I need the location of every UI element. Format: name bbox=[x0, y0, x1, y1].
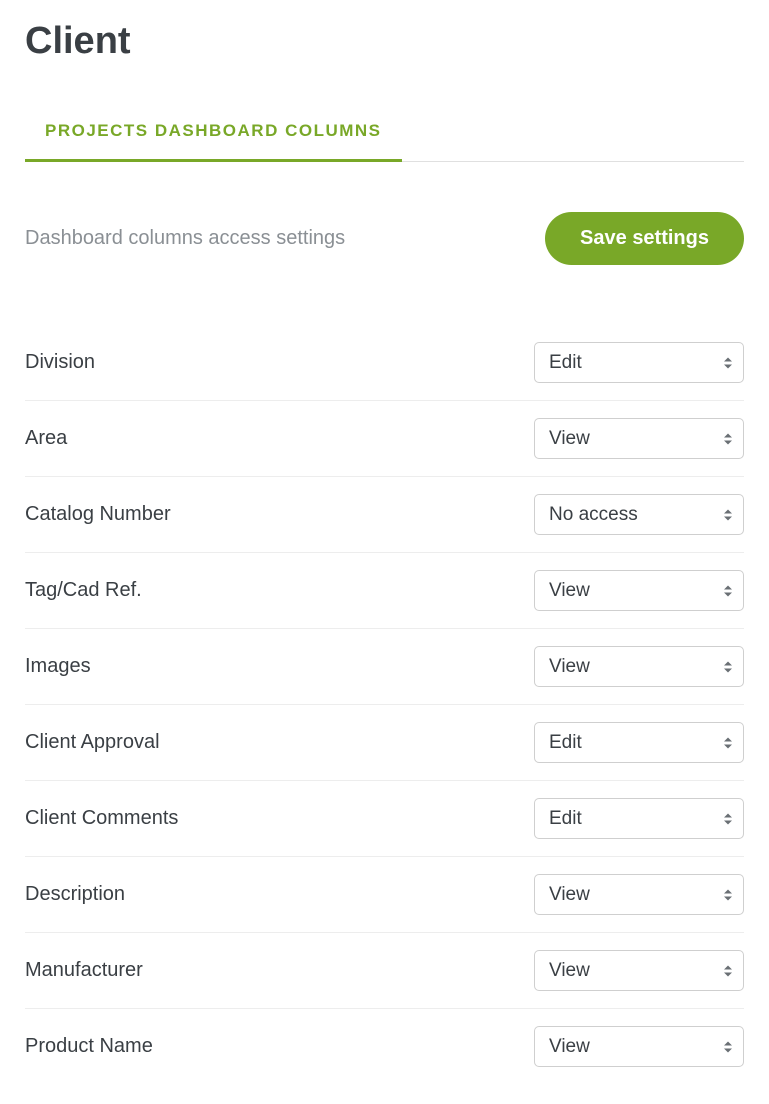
setting-row: Area EditViewNo access bbox=[25, 401, 744, 477]
setting-row: Catalog Number EditViewNo access bbox=[25, 477, 744, 553]
access-select[interactable]: EditViewNo access bbox=[534, 722, 744, 763]
access-select[interactable]: EditViewNo access bbox=[534, 950, 744, 991]
setting-label: Catalog Number bbox=[25, 503, 171, 526]
access-select-wrap: EditViewNo access bbox=[534, 342, 744, 383]
tab-projects-dashboard-columns[interactable]: PROJECTS DASHBOARD COLUMNS bbox=[25, 103, 402, 162]
setting-row: Description EditViewNo access bbox=[25, 857, 744, 933]
access-select-wrap: EditViewNo access bbox=[534, 798, 744, 839]
settings-list: Division EditViewNo access Area EditViewNo … bbox=[25, 325, 744, 1084]
setting-label: Product Name bbox=[25, 1035, 153, 1058]
access-select-wrap: EditViewNo access bbox=[534, 646, 744, 687]
access-select-wrap: EditViewNo access bbox=[534, 418, 744, 459]
access-select-wrap: EditViewNo access bbox=[534, 1026, 744, 1067]
setting-label: Client Comments bbox=[25, 807, 178, 830]
access-select[interactable]: EditViewNo access bbox=[534, 570, 744, 611]
setting-row: Client Comments EditViewNo access bbox=[25, 781, 744, 857]
access-select[interactable]: EditViewNo access bbox=[534, 646, 744, 687]
setting-label: Images bbox=[25, 655, 91, 678]
access-select[interactable]: EditViewNo access bbox=[534, 874, 744, 915]
setting-label: Division bbox=[25, 351, 95, 374]
access-select-wrap: EditViewNo access bbox=[534, 570, 744, 611]
access-select[interactable]: EditViewNo access bbox=[534, 798, 744, 839]
setting-row: Client Approval EditViewNo access bbox=[25, 705, 744, 781]
setting-row: Division EditViewNo access bbox=[25, 325, 744, 401]
setting-row: Product Name EditViewNo access bbox=[25, 1009, 744, 1084]
access-select-wrap: EditViewNo access bbox=[534, 874, 744, 915]
setting-label: Client Approval bbox=[25, 731, 160, 754]
settings-header-label: Dashboard columns access settings bbox=[25, 227, 345, 250]
access-select-wrap: EditViewNo access bbox=[534, 950, 744, 991]
access-select[interactable]: EditViewNo access bbox=[534, 418, 744, 459]
access-select-wrap: EditViewNo access bbox=[534, 494, 744, 535]
save-settings-button[interactable]: Save settings bbox=[545, 212, 744, 265]
setting-row: Images EditViewNo access bbox=[25, 629, 744, 705]
setting-label: Description bbox=[25, 883, 125, 906]
page-title: Client bbox=[25, 20, 744, 63]
access-select-wrap: EditViewNo access bbox=[534, 722, 744, 763]
setting-label: Manufacturer bbox=[25, 959, 143, 982]
access-select[interactable]: EditViewNo access bbox=[534, 1026, 744, 1067]
tabs: PROJECTS DASHBOARD COLUMNS bbox=[25, 103, 744, 162]
setting-row: Tag/Cad Ref. EditViewNo access bbox=[25, 553, 744, 629]
setting-label: Tag/Cad Ref. bbox=[25, 579, 142, 602]
access-select[interactable]: EditViewNo access bbox=[534, 494, 744, 535]
setting-row: Manufacturer EditViewNo access bbox=[25, 933, 744, 1009]
header-row: Dashboard columns access settings Save s… bbox=[25, 212, 744, 265]
access-select[interactable]: EditViewNo access bbox=[534, 342, 744, 383]
setting-label: Area bbox=[25, 427, 67, 450]
